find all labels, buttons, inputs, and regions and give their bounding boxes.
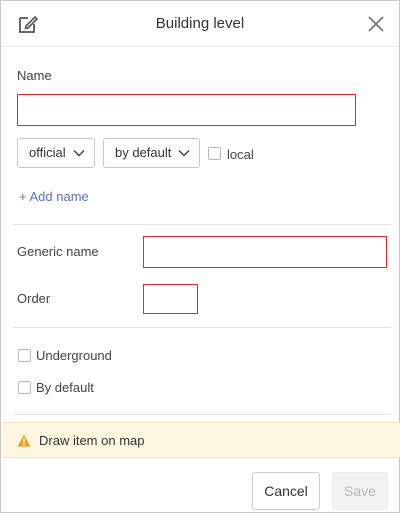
warning-icon	[17, 434, 31, 447]
name-lang-value: by default	[115, 145, 172, 160]
warning-text: Draw item on map	[39, 433, 145, 448]
generic-name-label: Generic name	[17, 244, 99, 259]
dialog-title: Building level	[155, 15, 245, 32]
underground-label: Underground	[36, 348, 112, 363]
by-default-checkbox[interactable]	[18, 381, 31, 394]
save-button[interactable]: Save	[332, 472, 388, 510]
dialog-header: Building level	[1, 1, 399, 47]
order-input[interactable]	[143, 284, 198, 314]
underground-checkbox[interactable]	[18, 349, 31, 362]
cancel-button[interactable]: Cancel	[252, 472, 320, 510]
chevron-down-icon	[178, 149, 190, 157]
name-input[interactable]	[17, 94, 356, 126]
by-default-label: By default	[36, 380, 94, 395]
order-label: Order	[17, 291, 51, 306]
chevron-down-icon	[73, 149, 85, 157]
close-icon[interactable]	[365, 13, 387, 35]
warning-banner: Draw item on map	[2, 422, 400, 458]
local-checkbox[interactable]	[208, 147, 221, 160]
generic-name-input[interactable]	[143, 236, 387, 268]
name-type-select[interactable]: official	[17, 138, 95, 168]
name-label: Name	[17, 68, 52, 83]
building-level-dialog: Building level Name official by default …	[0, 0, 400, 513]
name-type-value: official	[29, 145, 66, 160]
divider	[13, 327, 391, 328]
local-label: local	[227, 147, 254, 162]
name-lang-select[interactable]: by default	[103, 138, 200, 168]
add-name-link[interactable]: + Add name	[19, 189, 89, 204]
divider	[13, 414, 391, 415]
dialog-footer: Cancel Save	[1, 459, 399, 513]
divider	[13, 224, 391, 225]
